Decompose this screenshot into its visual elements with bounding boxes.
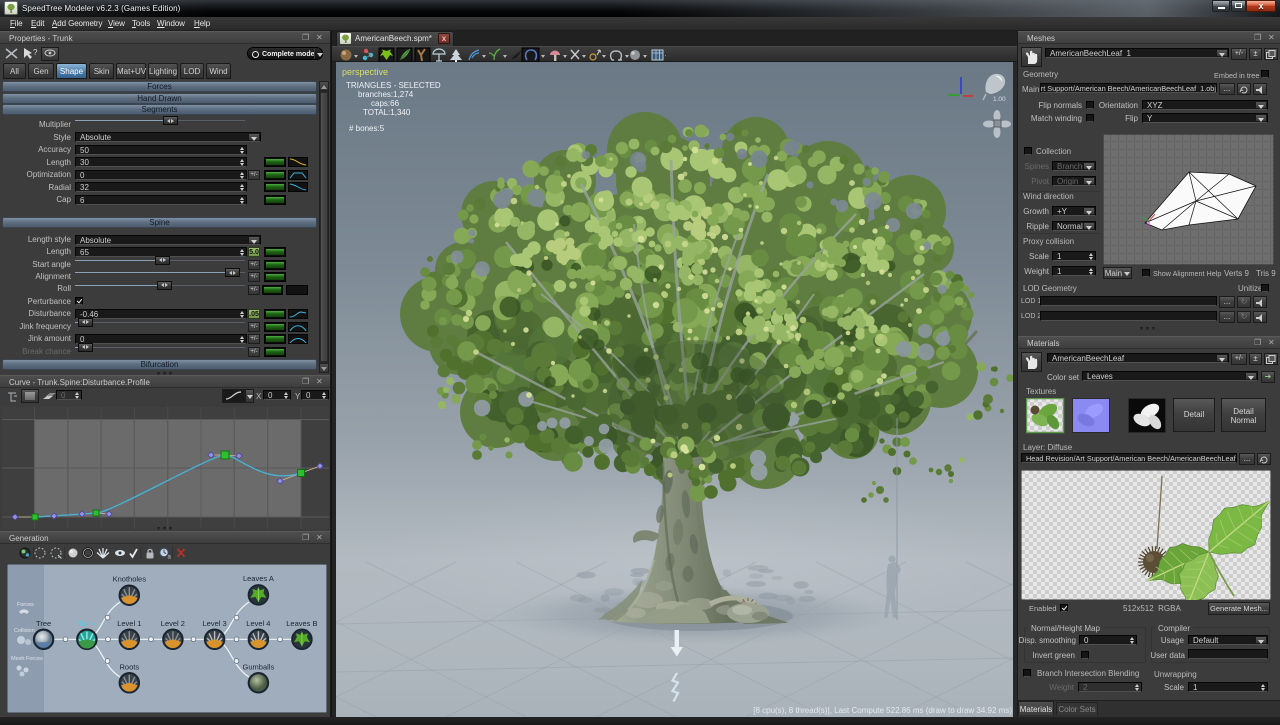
svg-text:Trunk: Trunk bbox=[77, 619, 96, 628]
svg-text:Leaves B: Leaves B bbox=[286, 619, 317, 628]
svg-text:Leaves A: Leaves A bbox=[243, 574, 274, 583]
svg-text:Gumballs: Gumballs bbox=[243, 662, 275, 671]
svg-text:Mesh Forces: Mesh Forces bbox=[11, 656, 43, 662]
svg-text:branches:1,274: branches:1,274 bbox=[358, 90, 414, 99]
svg-text:a: a bbox=[168, 555, 172, 561]
svg-text:TRIANGLES - SELECTED: TRIANGLES - SELECTED bbox=[346, 81, 441, 90]
svg-text:caps:66: caps:66 bbox=[371, 99, 400, 108]
svg-text:[8 cpu(s), 8 thread(s)], Last: [8 cpu(s), 8 thread(s)], Last Compute 52… bbox=[753, 706, 1012, 715]
svg-text:Forces: Forces bbox=[17, 602, 34, 608]
svg-text:Level 3: Level 3 bbox=[203, 619, 227, 628]
svg-text:Level 4: Level 4 bbox=[246, 619, 270, 628]
svg-text:?: ? bbox=[33, 48, 38, 57]
svg-text:Knotholes: Knotholes bbox=[113, 575, 147, 584]
svg-text:perspective: perspective bbox=[342, 67, 388, 77]
svg-text:TOTAL:1,340: TOTAL:1,340 bbox=[363, 108, 411, 117]
svg-text:Roots: Roots bbox=[120, 662, 140, 671]
svg-text:Collision: Collision bbox=[14, 628, 35, 634]
svg-text:Level 1: Level 1 bbox=[117, 619, 141, 628]
svg-text:Level 2: Level 2 bbox=[161, 619, 185, 628]
svg-text:# bones:5: # bones:5 bbox=[349, 124, 385, 133]
svg-text:1.00: 1.00 bbox=[993, 96, 1006, 103]
svg-text:Tree: Tree bbox=[36, 619, 51, 628]
